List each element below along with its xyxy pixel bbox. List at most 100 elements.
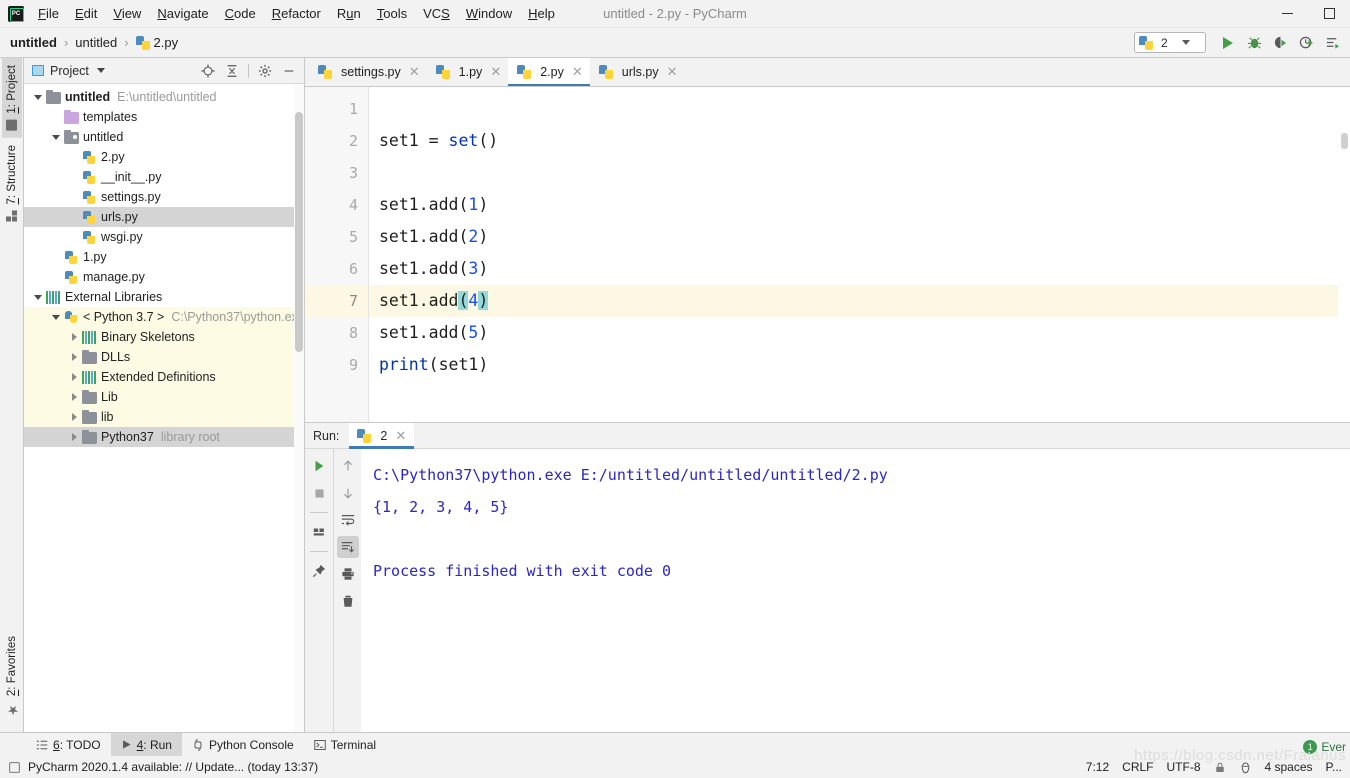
run-configuration-selector[interactable]: 2	[1134, 32, 1206, 53]
code-line[interactable]	[369, 157, 1350, 189]
update-notification-icon[interactable]	[8, 761, 21, 774]
rerun-button[interactable]	[308, 455, 330, 477]
editor-gutter[interactable]: 123456789	[305, 87, 369, 422]
line-number[interactable]: 1	[305, 93, 368, 125]
menu-item-code[interactable]: Code	[217, 3, 264, 24]
tree-toggle-right-icon[interactable]	[70, 332, 79, 342]
tree-toggle-down-icon[interactable]	[52, 313, 61, 322]
sidebar-item-favorites[interactable]: ★ 2: Favorites	[2, 629, 22, 724]
code-line[interactable]: set1 = set()	[369, 125, 1350, 157]
line-number[interactable]: 8	[305, 317, 368, 349]
chevron-down-icon[interactable]	[96, 68, 105, 73]
menu-bar[interactable]: File Edit View Navigate Code Refactor Ru…	[30, 3, 563, 24]
code-line[interactable]: set1.add(2)	[369, 221, 1350, 253]
tree-row[interactable]: 2.py	[24, 147, 304, 167]
code-editor[interactable]: 123456789 set1 = set() set1.add(1) set1.a…	[305, 87, 1350, 422]
run-button[interactable]	[1216, 31, 1240, 55]
line-number[interactable]: 7	[305, 285, 368, 317]
run-with-coverage-button[interactable]	[1268, 31, 1292, 55]
line-number[interactable]: 2	[305, 125, 368, 157]
indent-setting[interactable]: 4 spaces	[1265, 760, 1313, 774]
more-run-options-button[interactable]	[1320, 31, 1344, 55]
restore-layout-button[interactable]	[308, 521, 330, 543]
up-the-stack-trace-button[interactable]	[337, 455, 359, 477]
scroll-to-end-button[interactable]	[336, 536, 359, 558]
close-icon[interactable]: ✕	[409, 64, 420, 80]
tree-toggle-right-icon[interactable]	[70, 372, 79, 382]
menu-item-help[interactable]: Help	[520, 3, 563, 24]
menu-item-edit[interactable]: Edit	[67, 3, 105, 24]
code-line[interactable]: set1.add(5)	[369, 317, 1350, 349]
collapse-all-icon[interactable]	[221, 60, 243, 82]
tree-toggle-right-icon[interactable]	[70, 392, 79, 402]
tree-row[interactable]: DLLs	[24, 347, 304, 367]
tree-toggle-down-icon[interactable]	[34, 293, 43, 302]
vcs-branch[interactable]: P...	[1326, 760, 1342, 774]
tree-row[interactable]: urls.py	[24, 207, 304, 227]
close-icon[interactable]: ✕	[572, 64, 583, 80]
menu-item-run[interactable]: Run	[329, 3, 369, 24]
close-icon[interactable]: ✕	[667, 64, 678, 80]
hide-panel-icon[interactable]	[278, 60, 300, 82]
maximize-icon[interactable]	[1308, 0, 1350, 28]
sidebar-item-project[interactable]: 1: Project	[1, 58, 22, 138]
project-scrollbar-thumb[interactable]	[295, 112, 303, 352]
tree-toggle-down-icon[interactable]	[52, 133, 61, 142]
menu-item-tools[interactable]: Tools	[369, 3, 415, 24]
run-tab-2[interactable]: 2 ✕	[349, 422, 415, 449]
tree-row[interactable]: templates	[24, 107, 304, 127]
breadcrumb-item-0[interactable]: untitled	[10, 35, 57, 50]
tool-tab-python-console[interactable]: Python Console	[182, 733, 304, 757]
print-button[interactable]	[337, 563, 359, 585]
breadcrumb-item-1[interactable]: untitled	[75, 35, 117, 50]
hector-inspection-icon[interactable]	[1239, 761, 1252, 774]
file-encoding[interactable]: UTF-8	[1167, 760, 1201, 774]
tree-row[interactable]: < Python 3.7 > C:\Python37\python.exe	[24, 307, 304, 327]
stop-button[interactable]	[308, 482, 330, 504]
tree-row[interactable]: wsgi.py	[24, 227, 304, 247]
down-the-stack-trace-button[interactable]	[337, 482, 359, 504]
tree-row[interactable]: 1.py	[24, 247, 304, 267]
event-log-indicator[interactable]: 1 Ever	[1303, 740, 1346, 754]
tool-tab-terminal[interactable]: Terminal	[304, 733, 386, 757]
tree-row[interactable]: Lib	[24, 387, 304, 407]
tree-toggle-right-icon[interactable]	[70, 412, 79, 422]
line-number[interactable]: 5	[305, 221, 368, 253]
code-line[interactable]: set1.add(3)	[369, 253, 1350, 285]
line-separator[interactable]: CRLF	[1122, 760, 1153, 774]
line-number[interactable]: 9	[305, 349, 368, 381]
close-icon[interactable]: ✕	[395, 428, 406, 444]
code-line[interactable]: set1.add(1)	[369, 189, 1350, 221]
editor-tab-2-py[interactable]: 2.py ✕	[508, 58, 590, 86]
pin-tab-button[interactable]	[308, 560, 330, 582]
code-content[interactable]: set1 = set() set1.add(1) set1.add(2) set1.…	[369, 87, 1350, 422]
tree-row[interactable]: Binary Skeletons	[24, 327, 304, 347]
sidebar-item-structure[interactable]: 7: Structure	[2, 138, 22, 228]
code-line[interactable]	[369, 93, 1350, 125]
editor-tab-settings-py[interactable]: settings.py ✕	[309, 58, 427, 86]
tree-row[interactable]: untitled	[24, 127, 304, 147]
menu-item-navigate[interactable]: Navigate	[149, 3, 216, 24]
tree-row[interactable]: __init__.py	[24, 167, 304, 187]
settings-gear-icon[interactable]	[254, 60, 276, 82]
breadcrumb-item-2[interactable]: 2.py	[135, 35, 178, 50]
tree-row[interactable]: settings.py	[24, 187, 304, 207]
menu-item-window[interactable]: Window	[458, 3, 520, 24]
clear-all-button[interactable]	[337, 590, 359, 612]
locate-target-icon[interactable]	[197, 60, 219, 82]
menu-item-file[interactable]: File	[30, 3, 67, 24]
tree-row[interactable]: Extended Definitions	[24, 367, 304, 387]
menu-item-refactor[interactable]: Refactor	[264, 3, 329, 24]
tree-toggle-right-icon[interactable]	[70, 352, 79, 362]
tool-tab-run[interactable]: 4: Run	[110, 732, 182, 757]
chevron-down-icon[interactable]	[1181, 40, 1190, 45]
tree-row[interactable]: manage.py	[24, 267, 304, 287]
line-number[interactable]: 4	[305, 189, 368, 221]
tool-tab-todo[interactable]: 6: TODO	[26, 733, 111, 757]
project-scrollbar[interactable]	[294, 84, 304, 732]
tree-toggle-right-icon[interactable]	[70, 432, 79, 442]
editor-scrollbar[interactable]	[1338, 87, 1350, 422]
minimize-icon[interactable]	[1266, 0, 1308, 28]
editor-tab-urls-py[interactable]: urls.py ✕	[590, 58, 685, 86]
menu-item-vcs[interactable]: VCS	[415, 3, 458, 24]
